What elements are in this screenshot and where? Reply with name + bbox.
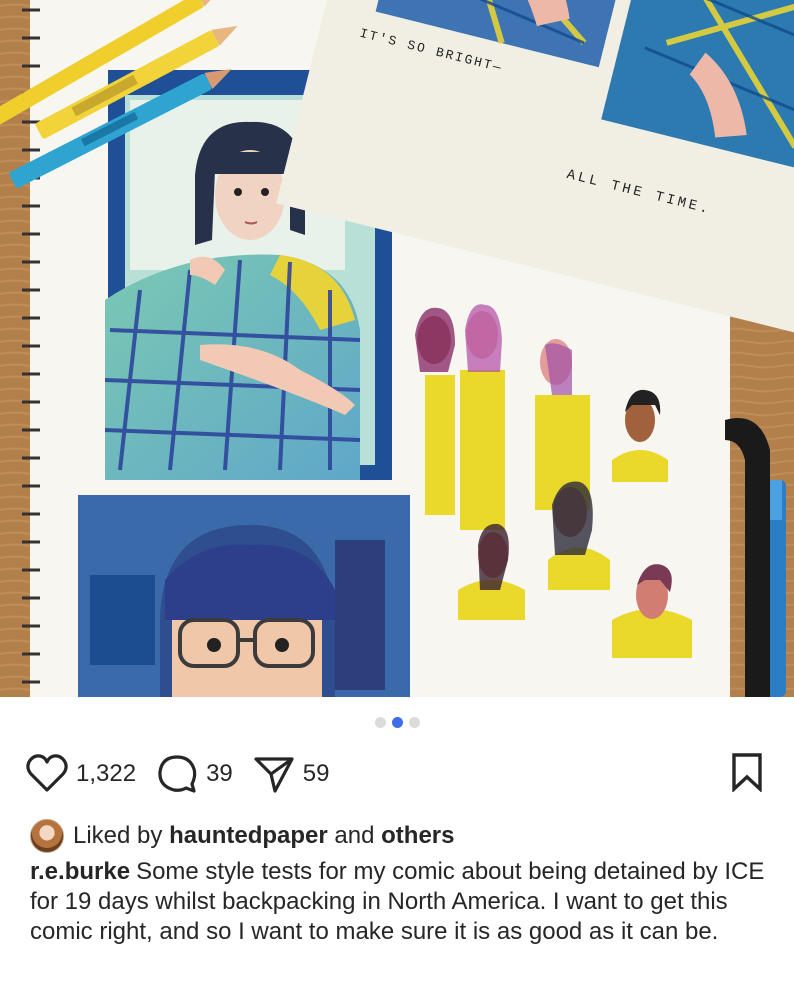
- comic-panel-glasses: [78, 495, 410, 697]
- comment-icon[interactable]: [156, 754, 198, 794]
- post-caption: r.e.burke Some style tests for my comic a…: [30, 857, 770, 947]
- share-action[interactable]: 59: [253, 754, 330, 794]
- like-count[interactable]: 1,322: [76, 760, 136, 788]
- caption-username[interactable]: r.e.burke: [30, 858, 130, 885]
- post-image[interactable]: IT'S SO BRIGHT— ALL THE TIME.: [0, 0, 794, 697]
- carousel-dot[interactable]: [374, 717, 386, 728]
- carousel-dot[interactable]: [408, 717, 420, 728]
- like-action[interactable]: 1,322: [26, 754, 136, 794]
- liked-by-prefix: Liked by: [73, 822, 163, 849]
- carousel-indicator: [0, 717, 794, 729]
- share-count[interactable]: 59: [303, 760, 330, 788]
- bookmark-icon[interactable]: [730, 752, 764, 793]
- avatar[interactable]: [30, 819, 64, 853]
- comment-count[interactable]: 39: [206, 760, 233, 788]
- heart-icon[interactable]: [26, 754, 68, 794]
- liked-by-user[interactable]: hauntedpaper: [169, 822, 328, 850]
- bookmark-button[interactable]: [730, 752, 764, 797]
- comment-action[interactable]: 39: [156, 754, 233, 794]
- action-bar: 1,322 39 59: [26, 752, 764, 796]
- liked-by-others[interactable]: others: [381, 822, 454, 850]
- send-icon[interactable]: [253, 754, 295, 794]
- caption-text: Some style tests for my comic about bein…: [30, 858, 765, 945]
- liked-by: Liked by hauntedpaper and others: [30, 817, 774, 855]
- liked-by-joiner: and: [334, 822, 375, 849]
- carousel-dot-active[interactable]: [391, 717, 403, 728]
